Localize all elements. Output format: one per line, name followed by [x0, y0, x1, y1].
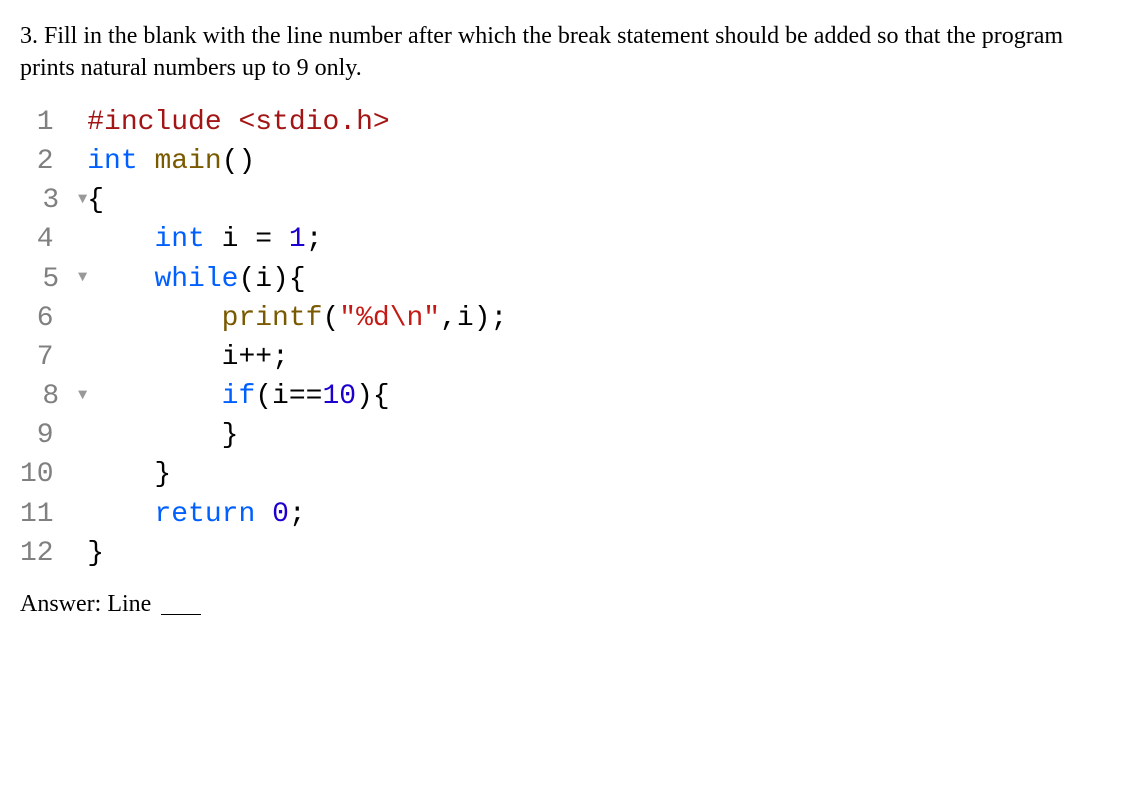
code-content: }	[87, 455, 507, 494]
question-text: 3. Fill in the blank with the line numbe…	[20, 20, 1112, 85]
code-line: 1 #include <stdio.h>	[20, 103, 507, 142]
code-line: 6 printf("%d\n",i);	[20, 299, 507, 338]
code-content: }	[87, 534, 507, 573]
line-number: 11	[20, 495, 87, 534]
line-number: 12	[20, 534, 87, 573]
code-content: }	[87, 416, 507, 455]
code-line: 4 int i = 1;	[20, 220, 507, 259]
code-line: 7 i++;	[20, 338, 507, 377]
code-content: i++;	[87, 338, 507, 377]
code-content: int i = 1;	[87, 220, 507, 259]
line-number: 7	[20, 338, 87, 377]
code-line: 9 }	[20, 416, 507, 455]
code-content: printf("%d\n",i);	[87, 299, 507, 338]
line-number: 1	[20, 103, 87, 142]
line-number: 10	[20, 455, 87, 494]
line-number: 2	[20, 142, 87, 181]
fold-icon[interactable]: ▼	[76, 189, 87, 211]
code-line: 11 return 0;	[20, 495, 507, 534]
code-content: {	[87, 181, 507, 220]
code-content: while(i){	[87, 260, 507, 299]
code-line: 5 ▼ while(i){	[20, 260, 507, 299]
line-number: 4	[20, 220, 87, 259]
fold-icon[interactable]: ▼	[76, 385, 87, 407]
code-block: 1 #include <stdio.h> 2 int main() 3 ▼{ 4…	[20, 103, 507, 573]
answer-blank[interactable]	[161, 614, 201, 615]
line-number: 9	[20, 416, 87, 455]
code-line: 12 }	[20, 534, 507, 573]
code-line: 8 ▼ if(i==10){	[20, 377, 507, 416]
code-content: if(i==10){	[87, 377, 507, 416]
fold-icon[interactable]: ▼	[76, 267, 87, 289]
code-content: #include <stdio.h>	[87, 103, 507, 142]
code-line: 3 ▼{	[20, 181, 507, 220]
line-number: 3 ▼	[20, 181, 87, 220]
code-content: int main()	[87, 142, 507, 181]
line-number: 8 ▼	[20, 377, 87, 416]
code-line: 2 int main()	[20, 142, 507, 181]
line-number: 6	[20, 299, 87, 338]
line-number: 5 ▼	[20, 260, 87, 299]
answer-line: Answer: Line	[20, 591, 1112, 618]
answer-label: Answer: Line	[20, 591, 151, 617]
code-content: return 0;	[87, 495, 507, 534]
code-line: 10 }	[20, 455, 507, 494]
